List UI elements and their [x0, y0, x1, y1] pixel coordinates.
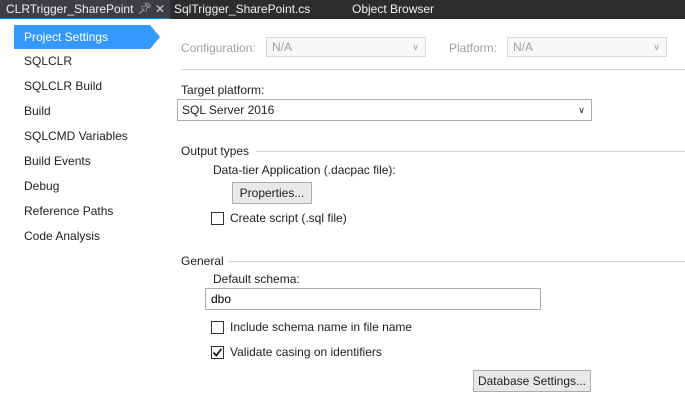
- platform-dropdown[interactable]: N/A ∨: [507, 37, 667, 57]
- output-types-section-title: Output types: [181, 144, 250, 158]
- pin-icon[interactable]: 📌︎: [138, 0, 152, 18]
- chevron-down-icon: ∨: [412, 42, 419, 52]
- nav-item-label: SQLCMD Variables: [24, 129, 128, 143]
- general-section-title: General: [181, 254, 224, 268]
- dacpac-label: Data-tier Application (.dacpac file):: [213, 163, 396, 177]
- section-divider: [256, 151, 685, 152]
- tab-label: Object Browser: [352, 2, 435, 16]
- create-script-checkbox[interactable]: [211, 212, 224, 225]
- checkmark-icon: [212, 348, 223, 357]
- selection-arrow-icon: [150, 25, 160, 49]
- tab-object-browser[interactable]: Object Browser: [352, 0, 434, 19]
- configuration-dropdown[interactable]: N/A ∨: [266, 37, 426, 57]
- chevron-down-icon: ∨: [578, 105, 585, 115]
- nav-item-label: Code Analysis: [24, 229, 101, 243]
- target-platform-label: Target platform:: [181, 83, 265, 97]
- document-tab-strip: CLRTrigger_SharePoint 📌︎ ✕ SqlTrigger_Sh…: [0, 0, 685, 19]
- project-properties-nav: Project Settings SQLCLR SQLCLR Build Bui…: [0, 19, 170, 402]
- configuration-value: N/A: [272, 40, 293, 54]
- nav-item-label: SQLCLR Build: [24, 79, 103, 93]
- tab-clrtrigger-sharepoint[interactable]: CLRTrigger_SharePoint 📌︎ ✕: [0, 0, 170, 19]
- chevron-down-icon: ∨: [653, 42, 660, 52]
- database-settings-button[interactable]: Database Settings...: [473, 370, 591, 392]
- close-icon[interactable]: ✕: [155, 0, 165, 18]
- divider: [181, 69, 685, 70]
- properties-button[interactable]: Properties...: [232, 182, 312, 204]
- platform-label: Platform:: [449, 41, 498, 55]
- validate-casing-checkbox[interactable]: [211, 346, 224, 359]
- nav-item-project-settings[interactable]: Project Settings: [14, 25, 160, 49]
- tab-sqltrigger-sharepoint-cs[interactable]: SqlTrigger_SharePoint.cs: [174, 0, 310, 19]
- default-schema-input[interactable]: [206, 289, 540, 309]
- tab-label: SqlTrigger_SharePoint.cs: [174, 2, 311, 16]
- nav-item-label: Build: [24, 104, 51, 118]
- default-schema-field[interactable]: [205, 288, 541, 310]
- create-script-label: Create script (.sql file): [230, 211, 347, 225]
- target-platform-value: SQL Server 2016: [182, 103, 275, 117]
- validate-casing-label: Validate casing on identifiers: [230, 345, 382, 359]
- include-schema-checkbox[interactable]: [211, 321, 224, 334]
- nav-item-label: Project Settings: [24, 30, 109, 44]
- nav-item-label: SQLCLR: [24, 54, 73, 68]
- include-schema-label: Include schema name in file name: [230, 320, 413, 334]
- section-divider: [228, 261, 685, 262]
- configuration-label: Configuration:: [181, 41, 256, 55]
- nav-item-label: Build Events: [24, 154, 91, 168]
- platform-value: N/A: [513, 40, 534, 54]
- default-schema-label: Default schema:: [213, 272, 300, 286]
- nav-item-label: Debug: [24, 179, 60, 193]
- target-platform-dropdown[interactable]: SQL Server 2016 ∨: [177, 99, 592, 121]
- tab-label: CLRTrigger_SharePoint: [6, 2, 134, 16]
- nav-item-label: Reference Paths: [24, 204, 114, 218]
